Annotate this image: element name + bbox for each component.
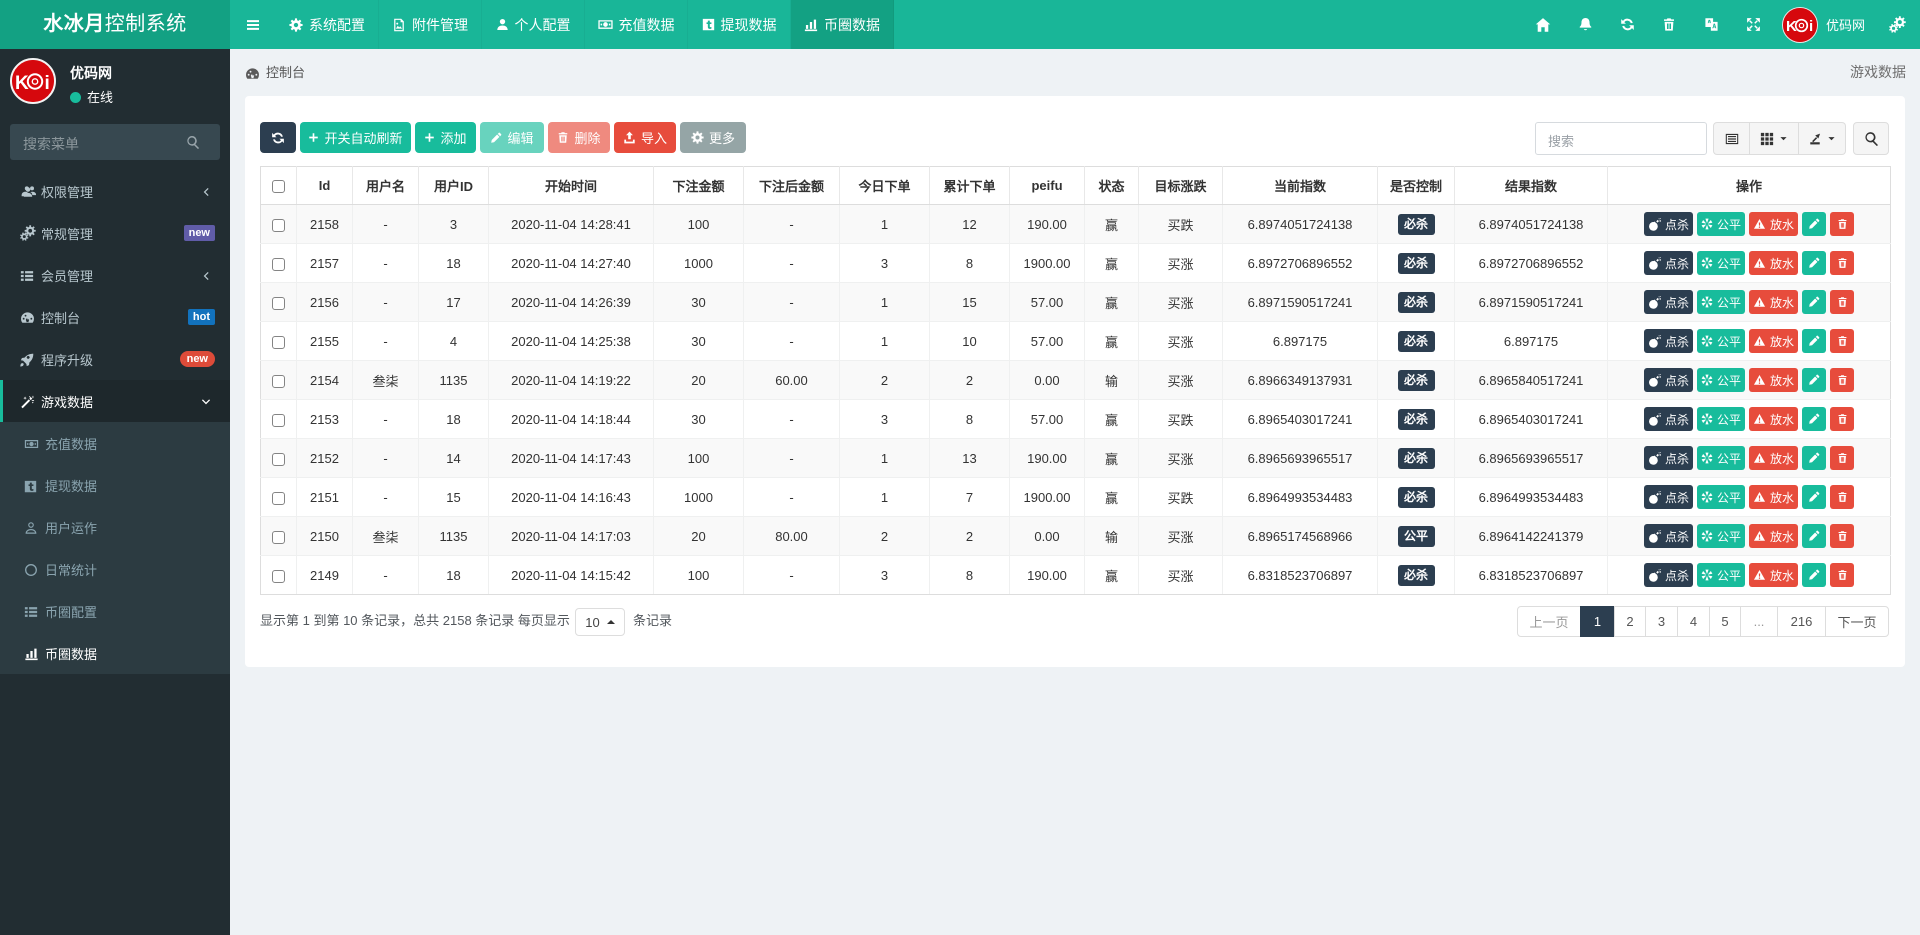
svg-text:i: i: [45, 73, 50, 94]
svg-text:K: K: [15, 73, 29, 94]
svg-text:i: i: [1809, 18, 1813, 35]
